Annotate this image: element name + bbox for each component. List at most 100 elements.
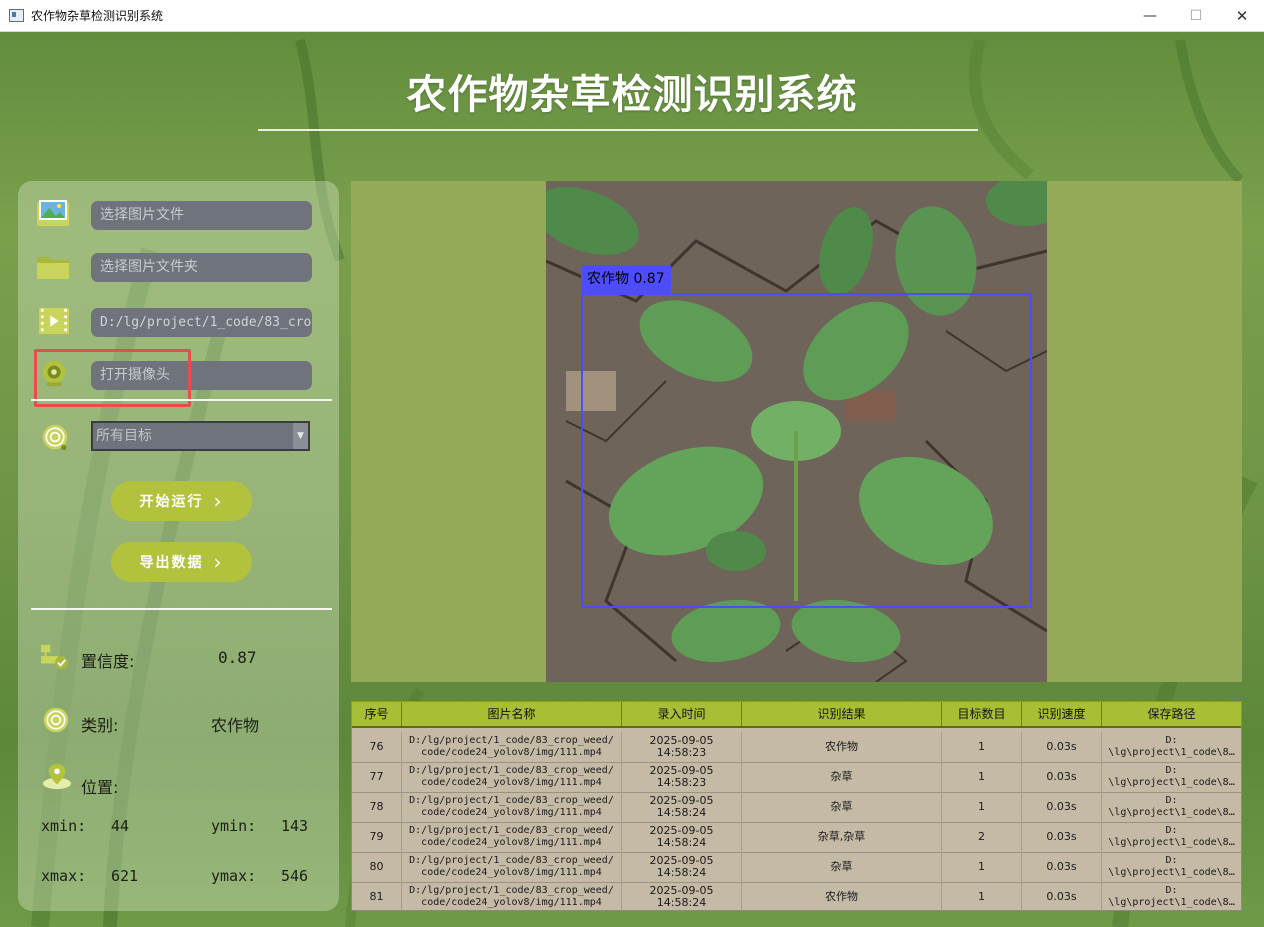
table-row[interactable]: 79 D:/lg/project/1_code/83_crop_weed/code… bbox=[352, 822, 1241, 853]
cell-image-name-text: code/code24_yolov8/img/111.mp4 bbox=[421, 867, 602, 878]
table-row[interactable]: 78 D:/lg/project/1_code/83_crop_weed/code… bbox=[352, 792, 1241, 823]
table-row[interactable]: 81 D:/lg/project/1_code/83_crop_weed/code… bbox=[352, 882, 1241, 910]
cell-entry-time-text: 14:58:24 bbox=[656, 896, 707, 909]
cell-target-count: 1 bbox=[942, 882, 1022, 910]
target-icon bbox=[42, 424, 68, 451]
detection-label: 农作物 0.87 bbox=[581, 265, 671, 293]
cell-entry-time: 2025-09-05 14:58:23 bbox=[622, 762, 742, 792]
table-row[interactable]: 77 D:/lg/project/1_code/83_crop_weed/code… bbox=[352, 762, 1241, 793]
header-speed[interactable]: 识别速度 bbox=[1022, 702, 1102, 726]
cell-target-count: 1 bbox=[942, 792, 1022, 822]
cell-target-count-text: 1 bbox=[978, 800, 985, 813]
cell-image-name: D:/lg/project/1_code/83_crop_weed/code/c… bbox=[402, 882, 622, 910]
cell-image-name-text: D:/lg/project/1_code/83_crop_weed/ bbox=[409, 765, 614, 776]
cell-image-name: D:/lg/project/1_code/83_crop_weed/code/c… bbox=[402, 762, 622, 792]
cell-image-name-text: D:/lg/project/1_code/83_crop_weed/ bbox=[409, 855, 614, 866]
cell-index-text: 80 bbox=[369, 860, 384, 873]
header-entry-time[interactable]: 录入时间 bbox=[622, 702, 742, 726]
header-image-name[interactable]: 图片名称 bbox=[402, 702, 622, 726]
cell-image-name-text: code/code24_yolov8/img/111.mp4 bbox=[421, 837, 602, 848]
cell-image-name-text: D:/lg/project/1_code/83_crop_weed/ bbox=[409, 825, 614, 836]
cell-save-path-text: \lg\project\1_code\8… bbox=[1108, 837, 1235, 848]
panel-divider-bottom bbox=[31, 608, 332, 610]
cell-index: 79 bbox=[352, 822, 402, 852]
ymax-value: 546 bbox=[281, 867, 309, 885]
video-icon[interactable] bbox=[37, 307, 71, 335]
detection-box bbox=[581, 293, 1032, 608]
cell-image-name-text: D:/lg/project/1_code/83_crop_weed/ bbox=[409, 735, 614, 746]
cell-image-name-text: code/code24_yolov8/img/111.mp4 bbox=[421, 897, 602, 908]
start-button[interactable]: 开始运行 › bbox=[111, 481, 252, 521]
image-folder-input[interactable]: 选择图片文件夹 bbox=[91, 253, 312, 282]
results-table: 序号 图片名称 录入时间 识别结果 目标数目 识别速度 保存路径 76 D:/lg… bbox=[351, 701, 1242, 911]
cell-save-path-text: D: bbox=[1165, 795, 1178, 806]
cell-speed-text: 0.03s bbox=[1046, 770, 1077, 783]
video-path-input[interactable]: D:/lg/project/1_code/83_crop_weed/code/c… bbox=[91, 308, 312, 337]
cell-image-name: D:/lg/project/1_code/83_crop_weed/code/c… bbox=[402, 732, 622, 762]
cell-entry-time: 2025-09-05 14:58:24 bbox=[622, 852, 742, 882]
cell-save-path: D: \lg\project\1_code\8… bbox=[1102, 762, 1241, 792]
maximize-button[interactable]: ☐ bbox=[1173, 0, 1219, 31]
cell-result: 农作物 bbox=[742, 882, 942, 910]
cell-speed-text: 0.03s bbox=[1046, 860, 1077, 873]
xmin-value: 44 bbox=[111, 817, 130, 835]
cell-entry-time-text: 14:58:24 bbox=[656, 806, 707, 819]
ymin-value: 143 bbox=[281, 817, 309, 835]
cell-result-text: 杂草 bbox=[830, 800, 853, 813]
detection-image: 农作物 0.87 bbox=[546, 181, 1047, 682]
cell-image-name-text: code/code24_yolov8/img/111.mp4 bbox=[421, 747, 602, 758]
cell-target-count: 2 bbox=[942, 822, 1022, 852]
header-result[interactable]: 识别结果 bbox=[742, 702, 942, 726]
header-save-path[interactable]: 保存路径 bbox=[1102, 702, 1241, 726]
page-title: 农作物杂草检测识别系统 bbox=[406, 72, 858, 118]
cell-entry-time: 2025-09-05 14:58:23 bbox=[622, 732, 742, 762]
cell-entry-time-text: 14:58:23 bbox=[656, 776, 707, 789]
image-file-icon[interactable] bbox=[36, 199, 70, 227]
header-target-count[interactable]: 目标数目 bbox=[942, 702, 1022, 726]
cell-entry-time-text: 14:58:23 bbox=[656, 746, 707, 759]
cell-image-name: D:/lg/project/1_code/83_crop_weed/code/c… bbox=[402, 852, 622, 882]
window-titlebar: 农作物杂草检测识别系统 — ☐ ✕ bbox=[0, 0, 1264, 32]
cell-image-name-text: D:/lg/project/1_code/83_crop_weed/ bbox=[409, 885, 614, 896]
cell-speed: 0.03s bbox=[1022, 852, 1102, 882]
cell-result: 农作物 bbox=[742, 732, 942, 762]
header-index[interactable]: 序号 bbox=[352, 702, 402, 726]
cell-index: 80 bbox=[352, 852, 402, 882]
chevron-down-icon[interactable]: ▼ bbox=[293, 423, 308, 449]
cell-target-count-text: 1 bbox=[978, 890, 985, 903]
image-file-input[interactable]: 选择图片文件 bbox=[91, 201, 312, 230]
close-button[interactable]: ✕ bbox=[1219, 0, 1264, 31]
cell-index-text: 77 bbox=[369, 770, 384, 783]
cell-speed-text: 0.03s bbox=[1046, 830, 1077, 843]
cell-speed-text: 0.03s bbox=[1046, 740, 1077, 753]
cell-save-path-text: \lg\project\1_code\8… bbox=[1108, 897, 1235, 908]
cell-speed: 0.03s bbox=[1022, 732, 1102, 762]
panel-divider-top bbox=[31, 399, 332, 401]
cell-speed-text: 0.03s bbox=[1046, 800, 1077, 813]
class-label: 类别: bbox=[81, 716, 119, 735]
cell-save-path-text: D: bbox=[1165, 825, 1178, 836]
class-icon bbox=[43, 707, 69, 733]
cell-result-text: 农作物 bbox=[825, 740, 858, 753]
xmin-label: xmin: bbox=[41, 817, 87, 835]
cell-index-text: 79 bbox=[369, 830, 384, 843]
table-row[interactable]: 80 D:/lg/project/1_code/83_crop_weed/code… bbox=[352, 852, 1241, 883]
export-button[interactable]: 导出数据 › bbox=[111, 542, 252, 582]
class-value: 农作物 bbox=[211, 716, 260, 735]
confidence-label: 置信度: bbox=[81, 652, 135, 671]
minimize-button[interactable]: — bbox=[1127, 0, 1173, 31]
cell-index-text: 81 bbox=[369, 890, 384, 903]
target-select-value: 所有目标 bbox=[96, 428, 152, 444]
cell-index: 76 bbox=[352, 732, 402, 762]
ymax-label: ymax: bbox=[211, 867, 257, 885]
cell-target-count-text: 1 bbox=[978, 770, 985, 783]
xmax-label: xmax: bbox=[41, 867, 87, 885]
target-select[interactable]: 所有目标 ▼ bbox=[91, 421, 310, 451]
table-row[interactable]: 76 D:/lg/project/1_code/83_crop_weed/code… bbox=[352, 732, 1241, 763]
cell-result: 杂草 bbox=[742, 852, 942, 882]
ymin-label: ymin: bbox=[211, 817, 257, 835]
cell-entry-time: 2025-09-05 14:58:24 bbox=[622, 792, 742, 822]
folder-icon[interactable] bbox=[36, 252, 70, 280]
cell-result-text: 农作物 bbox=[825, 890, 858, 903]
cell-target-count-text: 2 bbox=[978, 830, 985, 843]
